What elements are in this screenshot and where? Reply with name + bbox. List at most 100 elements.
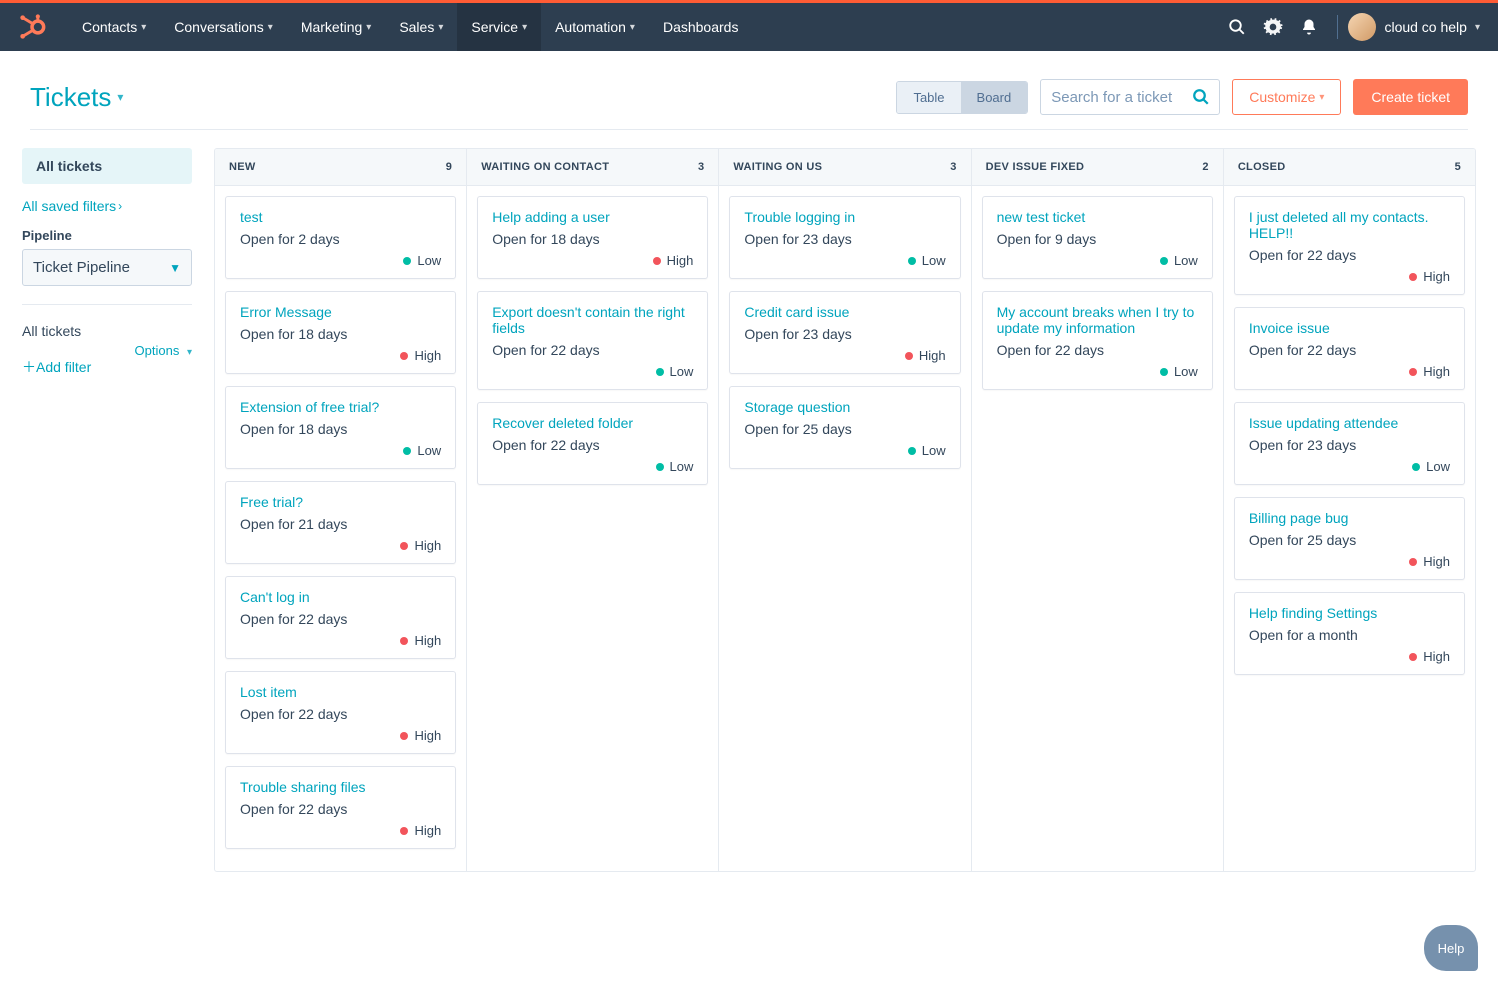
- ticket-card[interactable]: Trouble sharing filesOpen for 22 daysHig…: [225, 766, 456, 849]
- nav-item-sales[interactable]: Sales▾: [385, 3, 457, 51]
- card-subtitle: Open for 22 days: [1249, 342, 1450, 358]
- ticket-card[interactable]: Storage questionOpen for 25 daysLow: [729, 386, 960, 469]
- top-nav: Contacts▾Conversations▾Marketing▾Sales▾S…: [0, 3, 1498, 51]
- card-subtitle: Open for 22 days: [492, 342, 693, 358]
- options-label: Options: [135, 343, 180, 358]
- nav-label: Marketing: [301, 19, 362, 35]
- gear-icon[interactable]: [1255, 3, 1291, 51]
- search-icon[interactable]: [1192, 88, 1210, 106]
- priority-dot-icon: [400, 352, 408, 360]
- page-title: Tickets: [30, 82, 111, 113]
- ticket-card[interactable]: Invoice issueOpen for 22 daysHigh: [1234, 307, 1465, 390]
- nav-label: Dashboards: [663, 19, 739, 35]
- customize-button[interactable]: Customize ▾: [1232, 79, 1341, 115]
- account-name[interactable]: cloud co help: [1384, 19, 1467, 35]
- all-saved-filters-link[interactable]: All saved filters ›: [22, 198, 122, 214]
- priority-badge: High: [492, 253, 693, 268]
- priority-dot-icon: [403, 257, 411, 265]
- priority-badge: Low: [744, 443, 945, 458]
- ticket-card[interactable]: My account breaks when I try to update m…: [982, 291, 1213, 390]
- ticket-card[interactable]: Recover deleted folderOpen for 22 daysLo…: [477, 402, 708, 485]
- nav-item-dashboards[interactable]: Dashboards: [649, 3, 753, 51]
- ticket-card[interactable]: Billing page bugOpen for 25 daysHigh: [1234, 497, 1465, 580]
- column-count: 2: [1202, 161, 1208, 173]
- top-nav-right: cloud co help ▾: [1219, 3, 1480, 51]
- card-subtitle: Open for 25 days: [744, 421, 945, 437]
- pipeline-select[interactable]: Ticket Pipeline ▼: [22, 249, 192, 286]
- chevron-down-icon[interactable]: ▾: [1475, 22, 1480, 33]
- link-label: All saved filters: [22, 198, 116, 214]
- card-title: Recover deleted folder: [492, 415, 693, 431]
- card-title: Trouble sharing files: [240, 779, 441, 795]
- ticket-card[interactable]: Help finding SettingsOpen for a monthHig…: [1234, 592, 1465, 675]
- priority-badge: Low: [492, 459, 693, 474]
- ticket-card[interactable]: Issue updating attendeeOpen for 23 daysL…: [1234, 402, 1465, 485]
- priority-dot-icon: [1409, 558, 1417, 566]
- ticket-card[interactable]: testOpen for 2 daysLow: [225, 196, 456, 279]
- chevron-down-icon: ▼: [169, 261, 181, 275]
- create-ticket-button[interactable]: Create ticket: [1353, 79, 1468, 115]
- priority-badge: Low: [1249, 459, 1450, 474]
- column-body[interactable]: new test ticketOpen for 9 daysLow My acco…: [972, 186, 1223, 412]
- column-body[interactable]: I just deleted all my contacts. HELP!! Op…: [1224, 186, 1475, 697]
- priority-badge: High: [744, 348, 945, 363]
- priority-label: Low: [417, 443, 441, 458]
- bell-icon[interactable]: [1291, 3, 1327, 51]
- view-board-button[interactable]: Board: [961, 82, 1028, 113]
- nav-item-conversations[interactable]: Conversations▾: [160, 3, 287, 51]
- nav-label: Service: [471, 19, 518, 35]
- nav-item-service[interactable]: Service▾: [457, 3, 541, 51]
- priority-badge: Low: [240, 253, 441, 268]
- ticket-card[interactable]: Error MessageOpen for 18 daysHigh: [225, 291, 456, 374]
- priority-label: High: [1423, 554, 1450, 569]
- column-header: NEW9: [215, 149, 466, 186]
- column-body[interactable]: Help adding a userOpen for 18 daysHigh Ex…: [467, 186, 718, 507]
- priority-badge: High: [240, 633, 441, 648]
- ticket-card[interactable]: Export doesn't contain the right fieldsO…: [477, 291, 708, 390]
- card-subtitle: Open for 22 days: [1249, 247, 1450, 263]
- card-title: Billing page bug: [1249, 510, 1450, 526]
- ticket-card[interactable]: Help adding a userOpen for 18 daysHigh: [477, 196, 708, 279]
- add-filter-label: Add filter: [36, 359, 91, 375]
- customize-label: Customize: [1249, 89, 1315, 105]
- nav-item-automation[interactable]: Automation▾: [541, 3, 649, 51]
- sidebar-all-tickets-pill[interactable]: All tickets: [22, 148, 192, 184]
- ticket-card[interactable]: I just deleted all my contacts. HELP!! Op…: [1234, 196, 1465, 295]
- ticket-card[interactable]: Free trial?Open for 21 daysHigh: [225, 481, 456, 564]
- view-table-button[interactable]: Table: [897, 82, 960, 113]
- board-column: WAITING ON CONTACT3Help adding a userOpe…: [467, 149, 719, 871]
- help-fab[interactable]: Help: [1424, 925, 1478, 971]
- options-dropdown[interactable]: Options ▾: [135, 343, 192, 358]
- card-title: Help adding a user: [492, 209, 693, 225]
- card-subtitle: Open for 22 days: [240, 611, 441, 627]
- column-header: WAITING ON CONTACT3: [467, 149, 718, 186]
- ticket-card[interactable]: new test ticketOpen for 9 daysLow: [982, 196, 1213, 279]
- card-title: Extension of free trial?: [240, 399, 441, 415]
- hubspot-logo-icon[interactable]: [18, 13, 46, 41]
- ticket-card[interactable]: Credit card issueOpen for 23 daysHigh: [729, 291, 960, 374]
- avatar[interactable]: [1348, 13, 1376, 41]
- ticket-card[interactable]: Trouble logging inOpen for 23 daysLow: [729, 196, 960, 279]
- select-value: Ticket Pipeline: [33, 259, 130, 276]
- priority-badge: High: [1249, 269, 1450, 284]
- column-header: WAITING ON US3: [719, 149, 970, 186]
- column-body[interactable]: testOpen for 2 daysLow Error MessageOpen …: [215, 186, 466, 871]
- nav-item-contacts[interactable]: Contacts▾: [68, 3, 160, 51]
- page-title-dropdown[interactable]: Tickets ▾: [30, 82, 123, 113]
- chevron-down-icon: ▾: [630, 22, 635, 33]
- priority-dot-icon: [908, 447, 916, 455]
- nav-item-marketing[interactable]: Marketing▾: [287, 3, 386, 51]
- ticket-card[interactable]: Lost itemOpen for 22 daysHigh: [225, 671, 456, 754]
- column-title: NEW: [229, 161, 256, 173]
- help-label: Help: [1438, 941, 1465, 956]
- ticket-card[interactable]: Can't log inOpen for 22 daysHigh: [225, 576, 456, 659]
- column-body[interactable]: Trouble logging inOpen for 23 daysLow Cre…: [719, 186, 970, 491]
- column-title: WAITING ON US: [733, 161, 822, 173]
- board: NEW9 testOpen for 2 daysLow Error MessageO…: [214, 148, 1476, 872]
- search-icon[interactable]: [1219, 3, 1255, 51]
- card-title: I just deleted all my contacts. HELP!!: [1249, 209, 1450, 241]
- ticket-card[interactable]: Extension of free trial?Open for 18 days…: [225, 386, 456, 469]
- priority-badge: High: [1249, 649, 1450, 664]
- add-filter-button[interactable]: ＋Add filter: [22, 357, 192, 377]
- pipeline-label: Pipeline: [22, 228, 192, 243]
